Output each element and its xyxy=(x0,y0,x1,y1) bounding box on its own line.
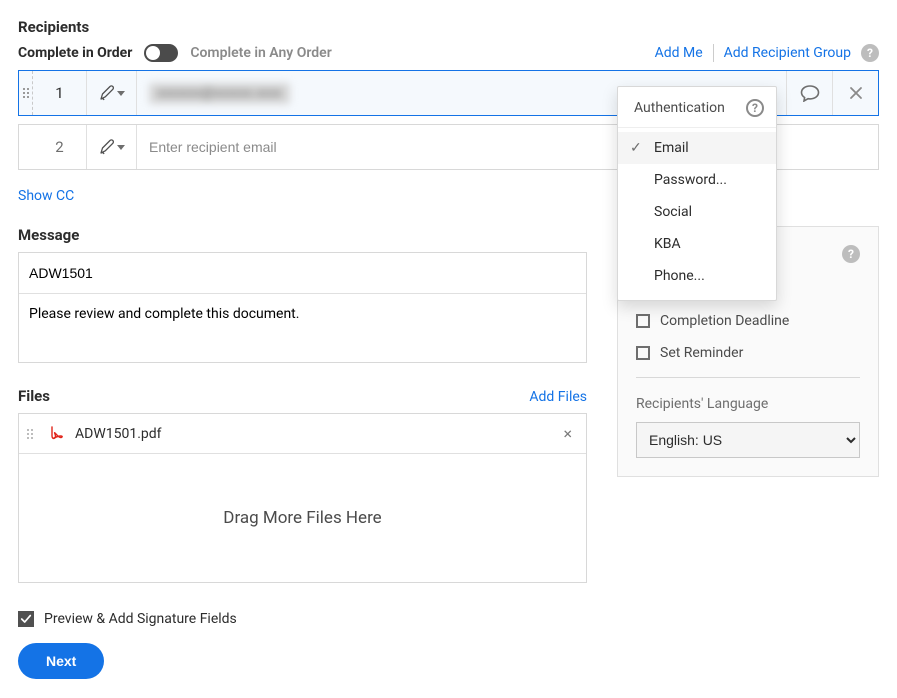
check-icon xyxy=(20,613,32,625)
set-reminder-option[interactable]: Set Reminder xyxy=(636,345,860,361)
check-icon: ✓ xyxy=(630,140,644,156)
auth-option[interactable]: Password... xyxy=(618,164,776,196)
auth-option[interactable]: KBA xyxy=(618,228,776,260)
checkbox-icon xyxy=(636,314,650,328)
message-body-input[interactable]: Please review and complete this document… xyxy=(19,294,586,358)
recipient-email-cell[interactable]: xxxxxxx@xxxxxx.xxxx xyxy=(137,71,691,115)
help-icon[interactable]: ? xyxy=(842,245,860,263)
show-cc-link[interactable]: Show CC xyxy=(18,188,74,204)
auth-menu-list: ✓EmailPassword...SocialKBAPhone... xyxy=(618,128,776,300)
add-recipient-group-link[interactable]: Add Recipient Group xyxy=(724,45,851,61)
language-label: Recipients' Language xyxy=(636,396,860,412)
remove-file-button[interactable]: × xyxy=(557,424,578,443)
private-message-button[interactable] xyxy=(786,71,832,115)
message-box: Please review and complete this document… xyxy=(18,252,587,363)
pdf-icon xyxy=(47,426,65,442)
add-me-link[interactable]: Add Me xyxy=(655,45,703,61)
file-name: ADW1501.pdf xyxy=(75,426,547,442)
speech-icon xyxy=(800,84,820,102)
help-icon[interactable]: ? xyxy=(861,44,879,62)
recipient-role-selector[interactable] xyxy=(87,71,137,115)
preview-label: Preview & Add Signature Fields xyxy=(44,611,237,627)
drag-handle[interactable] xyxy=(19,125,33,169)
recipient-number: 1 xyxy=(33,71,87,115)
auth-menu-heading: Authentication xyxy=(634,100,725,116)
drag-handle[interactable] xyxy=(27,429,37,439)
divider xyxy=(636,377,860,378)
x-icon xyxy=(848,85,864,101)
file-row: ADW1501.pdf × xyxy=(19,414,586,454)
complete-in-order-label: Complete in Order xyxy=(18,45,132,61)
auth-option[interactable]: Social xyxy=(618,196,776,228)
pen-icon xyxy=(99,85,115,101)
files-title: Files xyxy=(18,387,50,405)
recipient-number: 2 xyxy=(33,125,87,169)
file-drop-area[interactable]: Drag More Files Here xyxy=(19,454,586,582)
auth-option[interactable]: Phone... xyxy=(618,260,776,292)
preview-checkbox[interactable] xyxy=(18,611,34,627)
auth-option[interactable]: ✓Email xyxy=(618,132,776,164)
help-icon[interactable]: ? xyxy=(746,99,764,117)
pen-icon xyxy=(99,139,115,155)
chevron-down-icon xyxy=(117,91,125,96)
complete-any-order-label: Complete in Any Order xyxy=(190,45,331,61)
chevron-down-icon xyxy=(117,145,125,150)
recipients-title: Recipients xyxy=(18,18,879,36)
divider xyxy=(713,44,714,62)
recipient-role-selector[interactable] xyxy=(87,125,137,169)
files-box: ADW1501.pdf × Drag More Files Here xyxy=(18,413,587,583)
language-select[interactable]: English: US xyxy=(636,422,860,458)
message-subject-input[interactable] xyxy=(19,253,586,294)
checkbox-icon xyxy=(636,346,650,360)
remove-recipient-button[interactable] xyxy=(832,71,878,115)
authentication-menu: Authentication ? ✓EmailPassword...Social… xyxy=(617,86,777,301)
order-toggle[interactable] xyxy=(144,44,178,62)
next-button[interactable]: Next xyxy=(18,643,104,679)
recipient-email-blurred: xxxxxxx@xxxxxx.xxxx xyxy=(149,83,290,104)
add-files-link[interactable]: Add Files xyxy=(529,389,587,405)
drag-handle[interactable] xyxy=(19,71,33,115)
completion-deadline-option[interactable]: Completion Deadline xyxy=(636,313,860,329)
message-title: Message xyxy=(18,226,587,244)
